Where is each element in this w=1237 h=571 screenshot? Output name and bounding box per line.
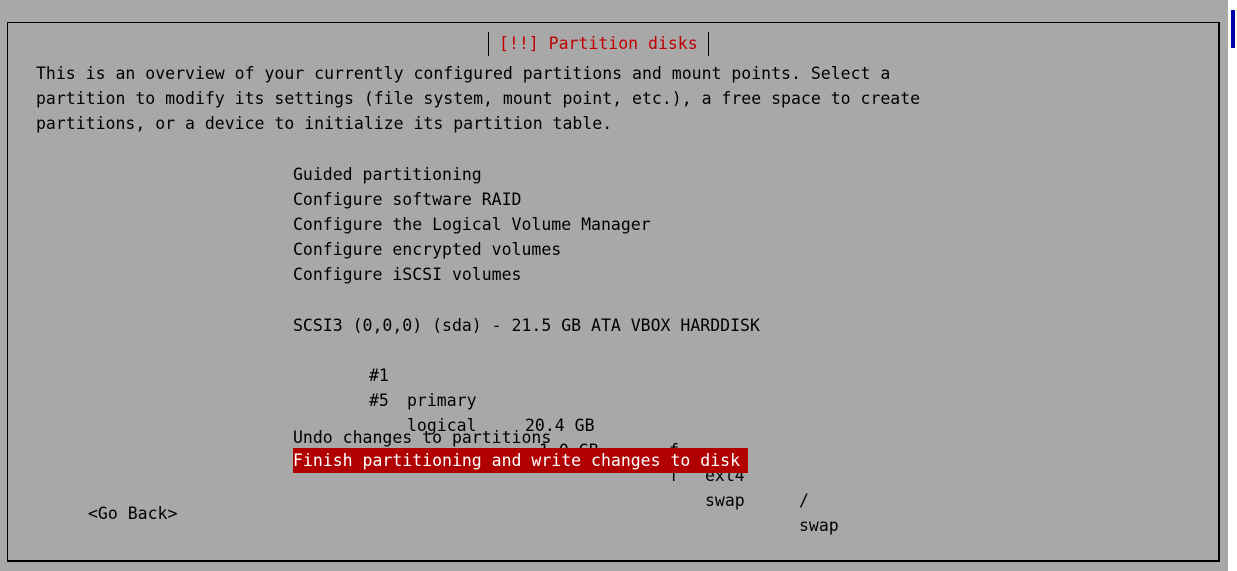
- partition-type: primary: [407, 391, 477, 410]
- dialog-title: [!!] Partition disks: [499, 34, 698, 53]
- menu-item-configure-encrypted-volumes[interactable]: Configure encrypted volumes: [293, 237, 561, 262]
- partition-row-5[interactable]: #5 logical 1.0 GB f swap swap: [293, 363, 993, 535]
- menu-item-configure-software-raid[interactable]: Configure software RAID: [293, 187, 521, 212]
- intro-text-line-1: This is an overview of your currently co…: [36, 64, 891, 83]
- intro-text-line-3: partitions, or a device to initialize it…: [36, 114, 613, 133]
- dialog-title-bar: [!!] Partition disks: [482, 30, 715, 58]
- intro-text-line-2: partition to modify its settings (file s…: [36, 89, 921, 108]
- partition-mount-point: swap: [799, 516, 839, 535]
- partition-row-1[interactable]: #1 primary 20.4 GB f ext4 /: [293, 338, 993, 510]
- undo-changes-item[interactable]: Undo changes to partitions: [293, 425, 551, 450]
- screen-edge: [1228, 0, 1237, 571]
- partition-dialog: [!!] Partition disks This is an overview…: [7, 22, 1220, 562]
- menu-item-configure-iscsi-volumes[interactable]: Configure iSCSI volumes: [293, 262, 521, 287]
- partition-filesystem: swap: [705, 491, 745, 510]
- title-right-tick: [707, 32, 709, 56]
- menu-item-guided-partitioning[interactable]: Guided partitioning: [293, 162, 482, 187]
- finish-partitioning-item[interactable]: Finish partitioning and write changes to…: [293, 448, 749, 473]
- go-back-button[interactable]: <Go Back>: [88, 501, 177, 526]
- partition-number: #5: [369, 391, 389, 410]
- partition-mount-point: /: [799, 491, 809, 510]
- menu-item-configure-lvm[interactable]: Configure the Logical Volume Manager: [293, 212, 651, 237]
- background-accent-bar: [1231, 10, 1235, 48]
- title-left-tick: [488, 32, 489, 56]
- disk-device-sda[interactable]: SCSI3 (0,0,0) (sda) - 21.5 GB ATA VBOX H…: [293, 313, 760, 338]
